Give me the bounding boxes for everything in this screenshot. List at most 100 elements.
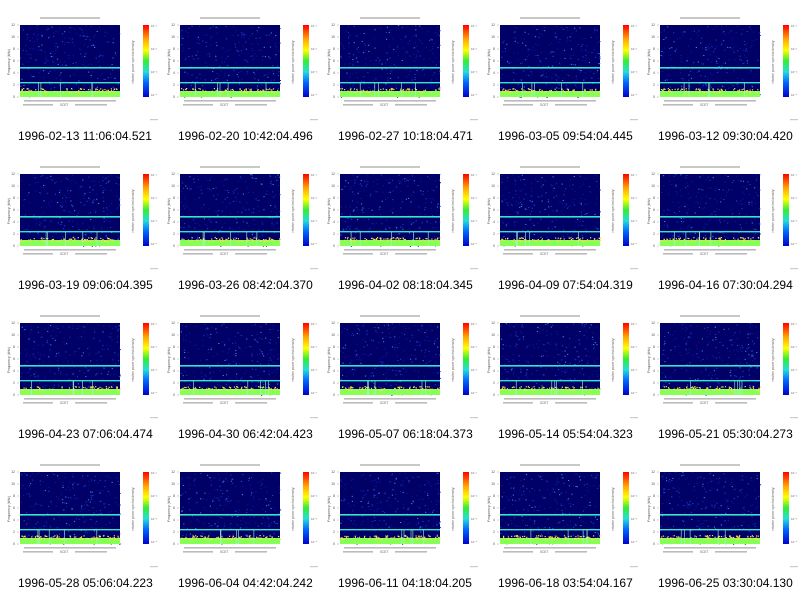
- plot-title: [680, 315, 740, 317]
- y-tick-label: 2: [653, 232, 655, 236]
- y-axis-label: Frequency (kHz): [327, 49, 331, 75]
- x-tick-labels: [184, 547, 276, 549]
- spectrogram-plot: Frequency (kHz) 12 10 8 6 4 2 0 SCET 10⁻¹ 10⁻² 10⁻³…: [647, 315, 798, 419]
- colorbar-tick-label: 10⁻²: [791, 47, 797, 51]
- emission-band: [180, 514, 280, 516]
- y-tick-label: 0: [333, 542, 335, 546]
- colorbar-tick-label: 10⁻¹: [151, 24, 157, 28]
- colorbar-tick-label: 10⁻³: [151, 368, 157, 372]
- y-axis-label: Frequency (kHz): [7, 49, 11, 75]
- spectrogram-plot: Frequency (kHz) 12 10 8 6 4 2 0 SCET 10⁻¹ 10⁻² 10⁻³…: [167, 315, 318, 419]
- y-tick-label: 0: [653, 542, 655, 546]
- y-tick-label: 2: [173, 530, 175, 534]
- y-tick-label: 12: [331, 321, 335, 325]
- scet-label: SCET: [380, 401, 389, 405]
- plot-title: [680, 17, 740, 19]
- colorbar-tick-label: 10⁻¹: [471, 173, 477, 177]
- y-tick-label: 0: [333, 393, 335, 397]
- spectrogram-plot: Frequency (kHz) 12 10 8 6 4 2 0 SCET 10⁻¹ 10⁻² 10⁻³…: [7, 315, 158, 419]
- colorbar-tick-label: 10⁻⁴: [471, 242, 478, 246]
- spectrogram-panel: Frequency (kHz) 12 10 8 6 4 2 0 SCET 10⁻¹ 10⁻² 10⁻³…: [480, 0, 640, 149]
- y-tick-label: 8: [13, 494, 15, 498]
- colorbar-label: relative power spectral density: [771, 338, 775, 381]
- colorbar-tick-label: 10⁻²: [311, 196, 317, 200]
- y-tick-label: 4: [173, 518, 175, 522]
- y-tick-label: 6: [653, 59, 655, 63]
- spectrogram-plot: Frequency (kHz) 12 10 8 6 4 2 0 SCET 10⁻¹ 10⁻² 10⁻³…: [167, 166, 318, 270]
- colorbar-tick-label: 10⁻¹: [311, 24, 317, 28]
- scet-label: SCET: [540, 252, 549, 256]
- x-axis-time-label: [343, 551, 373, 553]
- colorbar-label: relative power spectral density: [611, 189, 615, 232]
- colorbar: [783, 323, 789, 395]
- colorbar-label: relative power spectral density: [611, 40, 615, 83]
- timestamp-caption: 1996-06-18 03:54:04.167: [498, 576, 633, 590]
- y-tick-label: 2: [13, 83, 15, 87]
- emission-band: [500, 514, 600, 516]
- colorbar-tick-label: 10⁻³: [791, 368, 797, 372]
- spectrogram-plot: Frequency (kHz) 12 10 8 6 4 2 0 SCET 10⁻¹ 10⁻² 10⁻³…: [327, 166, 478, 270]
- x-axis-time-label: [183, 253, 213, 255]
- emission-band: [500, 216, 600, 218]
- y-tick-label: 4: [13, 518, 15, 522]
- scet-label: SCET: [540, 401, 549, 405]
- spectrogram-panel: Frequency (kHz) 12 10 8 6 4 2 0 SCET 10⁻¹ 10⁻² 10⁻³…: [640, 447, 800, 596]
- colorbar-tick-label: 10⁻²: [151, 494, 157, 498]
- y-axis-label: Frequency (kHz): [7, 496, 11, 522]
- y-tick-label: 0: [493, 542, 495, 546]
- spectrogram-panel: Frequency (kHz) 12 10 8 6 4 2 0 SCET 10⁻¹ 10⁻² 10⁻³…: [0, 0, 160, 149]
- colorbar-tick-label: 10⁻⁴: [151, 93, 158, 97]
- timestamp-caption: 1996-04-30 06:42:04.423: [178, 427, 313, 441]
- emission-band: [20, 67, 120, 69]
- emission-band: [20, 216, 120, 218]
- colorbar: [623, 174, 629, 246]
- x-axis-time-label: [503, 551, 533, 553]
- x-tick-labels: [344, 249, 436, 251]
- spectrogram-area: [500, 323, 600, 395]
- colorbar: [623, 25, 629, 97]
- spectrogram-plot: Frequency (kHz) 12 10 8 6 4 2 0 SCET 10⁻¹ 10⁻² 10⁻³…: [327, 17, 478, 121]
- x-tick-labels: [664, 398, 756, 400]
- y-tick-label: 12: [331, 172, 335, 176]
- y-tick-label: 10: [491, 482, 495, 486]
- y-tick-label: 12: [491, 23, 495, 27]
- spectrogram-plot: Frequency (kHz) 12 10 8 6 4 2 0 SCET 10⁻¹ 10⁻² 10⁻³…: [7, 166, 158, 270]
- colorbar-tick-label: 10⁻¹: [151, 173, 157, 177]
- plot-title: [680, 464, 740, 466]
- y-tick-label: 0: [13, 244, 15, 248]
- timestamp-caption: 1996-02-13 11:06:04.521: [18, 129, 152, 143]
- emission-band: [500, 82, 600, 84]
- colorbar: [143, 323, 149, 395]
- scet-label: SCET: [700, 550, 709, 554]
- spectrogram-plot: Frequency (kHz) 12 10 8 6 4 2 0 SCET 10⁻¹ 10⁻² 10⁻³…: [7, 464, 158, 568]
- y-tick-label: 4: [493, 220, 495, 224]
- scet-label: SCET: [60, 252, 69, 256]
- y-axis-label: Frequency (kHz): [167, 347, 171, 373]
- spectrogram-area: [340, 25, 440, 97]
- colorbar-tick-label: 10⁻³: [471, 517, 477, 521]
- y-tick-label: 8: [493, 47, 495, 51]
- x-axis-time-label: [663, 104, 693, 106]
- spectrogram-panel: Frequency (kHz) 12 10 8 6 4 2 0 SCET 10⁻¹ 10⁻² 10⁻³…: [640, 149, 800, 298]
- y-tick-label: 6: [653, 208, 655, 212]
- timestamp-caption: 1996-02-27 10:18:04.471: [338, 129, 473, 143]
- emission-band: [660, 514, 760, 516]
- low-frequency-band: [340, 538, 440, 544]
- emission-band: [500, 365, 600, 367]
- y-tick-label: 2: [173, 381, 175, 385]
- y-tick-label: 12: [11, 470, 15, 474]
- scet-label: SCET: [700, 401, 709, 405]
- spectrogram-plot: Frequency (kHz) 12 10 8 6 4 2 0 SCET 10⁻¹ 10⁻² 10⁻³…: [7, 17, 158, 121]
- colorbar-tick-label: 10⁻¹: [471, 471, 477, 475]
- colorbar-tick-label: 10⁻³: [471, 368, 477, 372]
- y-tick-label: 0: [13, 95, 15, 99]
- plot-title: [200, 166, 260, 168]
- y-tick-label: 0: [173, 95, 175, 99]
- spectrogram-panel: Frequency (kHz) 12 10 8 6 4 2 0 SCET 10⁻¹ 10⁻² 10⁻³…: [640, 298, 800, 447]
- y-tick-label: 8: [333, 345, 335, 349]
- colorbar: [303, 174, 309, 246]
- y-tick-label: 8: [653, 47, 655, 51]
- colorbar-tick-label: 10⁻²: [791, 494, 797, 498]
- colorbar: [783, 472, 789, 544]
- y-tick-label: 10: [491, 333, 495, 337]
